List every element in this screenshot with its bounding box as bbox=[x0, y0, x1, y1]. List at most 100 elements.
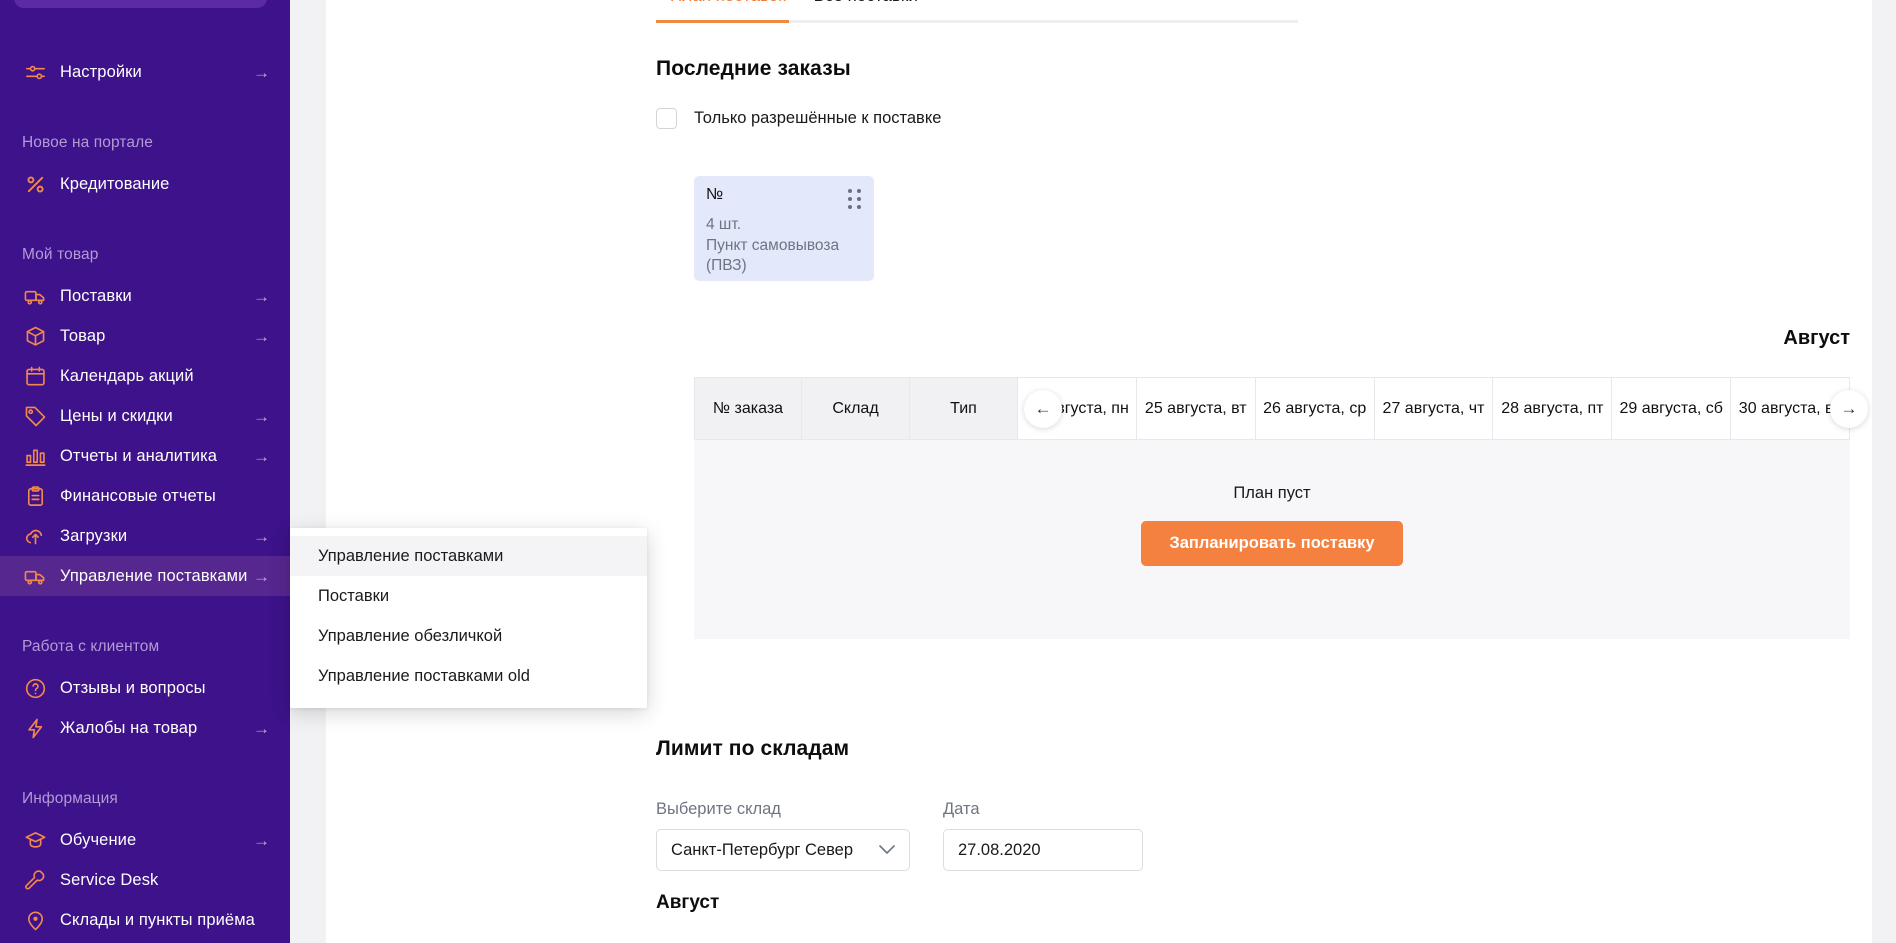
wrench-icon bbox=[22, 867, 48, 893]
bar-chart-icon bbox=[22, 443, 48, 469]
sidebar-section-title: Новое на портале bbox=[0, 134, 290, 152]
plan-month-label: Август bbox=[1783, 327, 1850, 350]
plan-col-header-day-1: 25 августа, вт bbox=[1137, 377, 1256, 440]
arrow-right-icon: → bbox=[253, 408, 270, 425]
tab-1[interactable]: Все поставки bbox=[800, 0, 932, 19]
order-card-details: 4 шт. Пункт самовывоза (ПВЗ) bbox=[706, 215, 862, 277]
app-root: Настройки → Новое на портале Кредитование Мо… bbox=[0, 0, 1896, 943]
date-field: Дата 27.08.2020 bbox=[943, 800, 1143, 871]
cloud-upload-icon bbox=[22, 523, 48, 549]
sidebar-item-0[interactable]: Настройки → bbox=[0, 52, 290, 92]
limits-month-heading: Август bbox=[656, 892, 719, 914]
page-title-warehouse-limits: Лимит по складам bbox=[656, 737, 849, 761]
percent-icon bbox=[22, 171, 48, 197]
sidebar-item-label: Отзывы и вопросы bbox=[60, 679, 206, 698]
sidebar-item-label: Обучение bbox=[60, 831, 136, 850]
order-card-header: № bbox=[706, 186, 862, 209]
sidebar-item-8[interactable]: Загрузки→ bbox=[0, 516, 290, 556]
plan-col-header-day-3: 27 августа, чт bbox=[1375, 377, 1494, 440]
sidebar-spacer bbox=[0, 204, 290, 224]
sidebar-item-11[interactable]: Жалобы на товар → bbox=[0, 708, 290, 748]
content-left-rail bbox=[290, 0, 326, 943]
arrow-right-icon: → bbox=[253, 720, 270, 737]
sidebar-item-label: Service Desk bbox=[60, 871, 158, 890]
tabs-underline-active bbox=[656, 20, 789, 23]
sidebar-item-13[interactable]: Service Desk bbox=[0, 860, 290, 900]
sidebar-item-label: Товар bbox=[60, 327, 105, 346]
sidebar-item-12[interactable]: Обучение → bbox=[0, 820, 290, 860]
flyout-menu-item-2[interactable]: Управление обезличкой bbox=[290, 616, 647, 656]
plan-table-body: План пуст Запланировать поставку bbox=[694, 440, 1850, 639]
plan-table-header-row: № заказаСкладТип24 августа, пн25 августа… bbox=[694, 377, 1850, 440]
tab-0[interactable]: План поставок bbox=[656, 0, 800, 19]
truck-icon bbox=[22, 563, 48, 589]
graduation-cap-icon bbox=[22, 827, 48, 853]
sidebar-item-3[interactable]: Товар→ bbox=[0, 316, 290, 356]
sidebar-item-label: Настройки bbox=[60, 63, 142, 82]
order-card[interactable]: № 4 шт. Пункт самовывоза (ПВЗ) bbox=[694, 176, 874, 281]
sidebar-item-7[interactable]: Финансовые отчеты bbox=[0, 476, 290, 516]
main-content: План поставокВсе поставки Последние зака… bbox=[290, 0, 1896, 943]
truck-icon bbox=[22, 283, 48, 309]
only-allowed-checkbox[interactable] bbox=[656, 108, 677, 129]
bolt-icon bbox=[22, 715, 48, 741]
sidebar-section-title: Работа с клиентом bbox=[0, 638, 290, 656]
sidebar-item-4[interactable]: Календарь акций bbox=[0, 356, 290, 396]
sidebar-spacer bbox=[0, 92, 290, 112]
sidebar-item-14[interactable]: Склады и пункты приёма bbox=[0, 900, 290, 940]
sidebar-item-label: Кредитование bbox=[60, 175, 169, 194]
sidebar-spacer bbox=[0, 748, 290, 768]
map-pin-icon bbox=[22, 907, 48, 933]
supply-tabs: План поставокВсе поставки bbox=[656, 0, 932, 19]
box-icon bbox=[22, 323, 48, 349]
plan-col-header-fixed-2: Тип bbox=[910, 377, 1018, 440]
flyout-menu-item-3[interactable]: Управление поставками old bbox=[290, 656, 647, 696]
schedule-supply-button[interactable]: Запланировать поставку bbox=[1141, 521, 1402, 566]
plan-col-header-fixed-0: № заказа bbox=[694, 377, 802, 440]
sidebar: Настройки → Новое на портале Кредитование Мо… bbox=[0, 0, 290, 943]
plan-col-header-day-2: 26 августа, ср bbox=[1256, 377, 1375, 440]
plan-empty-text: План пуст bbox=[694, 484, 1850, 503]
sidebar-item-label: Отчеты и аналитика bbox=[60, 447, 217, 466]
sidebar-item-label: Поставки bbox=[60, 287, 132, 306]
content-area: План поставокВсе поставки Последние зака… bbox=[326, 0, 1896, 943]
sidebar-item-label: Календарь акций bbox=[60, 367, 194, 386]
arrow-right-icon: → bbox=[253, 288, 270, 305]
sidebar-item-2[interactable]: Поставки → bbox=[0, 276, 290, 316]
arrow-right-icon: → bbox=[253, 568, 270, 585]
flyout-menu-item-0[interactable]: Управление поставками bbox=[290, 536, 647, 576]
plan-col-header-day-4: 28 августа, пт bbox=[1493, 377, 1612, 440]
only-allowed-checkbox-row[interactable]: Только разрешённые к поставке bbox=[656, 108, 941, 129]
plan-empty-state: План пуст Запланировать поставку bbox=[694, 484, 1850, 566]
drag-handle-icon[interactable] bbox=[848, 189, 862, 209]
sidebar-item-6[interactable]: Отчеты и аналитика→ bbox=[0, 436, 290, 476]
sidebar-section-title: Информация bbox=[0, 790, 290, 808]
supply-management-flyout-menu[interactable]: Управление поставкамиПоставкиУправление … bbox=[290, 528, 647, 708]
limits-form: Выберите склад Санкт-Петербург Север Дат… bbox=[656, 800, 1143, 871]
flyout-menu-item-1[interactable]: Поставки bbox=[290, 576, 647, 616]
warehouse-select[interactable]: Санкт-Петербург Север bbox=[656, 829, 910, 871]
sidebar-section-title: Мой товар bbox=[0, 246, 290, 264]
supply-plan-table: № заказаСкладТип24 августа, пн25 августа… bbox=[694, 377, 1850, 639]
date-input-value: 27.08.2020 bbox=[958, 841, 1041, 860]
sidebar-item-10[interactable]: Отзывы и вопросы bbox=[0, 668, 290, 708]
arrow-right-icon: → bbox=[253, 64, 270, 81]
sidebar-item-label: Склады и пункты приёма bbox=[60, 911, 255, 930]
sidebar-item-9[interactable]: Управление поставками → bbox=[0, 556, 290, 596]
sidebar-spacer bbox=[0, 596, 290, 616]
sidebar-item-label: Финансовые отчеты bbox=[60, 487, 216, 506]
next-week-button[interactable]: → bbox=[1830, 390, 1868, 428]
sidebar-item-label: Загрузки bbox=[60, 527, 127, 546]
prev-week-button[interactable]: ← bbox=[1024, 390, 1062, 428]
order-card-quantity: 4 шт. bbox=[706, 215, 862, 236]
warehouse-field-label: Выберите склад bbox=[656, 800, 910, 819]
sidebar-item-label: Цены и скидки bbox=[60, 407, 173, 426]
date-input[interactable]: 27.08.2020 bbox=[943, 829, 1143, 871]
arrow-right-icon: → bbox=[253, 832, 270, 849]
sidebar-item-1[interactable]: Кредитование bbox=[0, 164, 290, 204]
promo-card bbox=[14, 0, 267, 8]
sidebar-item-5[interactable]: Цены и скидки → bbox=[0, 396, 290, 436]
sidebar-item-label: Управление поставками bbox=[60, 567, 247, 586]
sidebar-item-label: Жалобы на товар bbox=[60, 719, 197, 738]
tag-icon bbox=[22, 403, 48, 429]
